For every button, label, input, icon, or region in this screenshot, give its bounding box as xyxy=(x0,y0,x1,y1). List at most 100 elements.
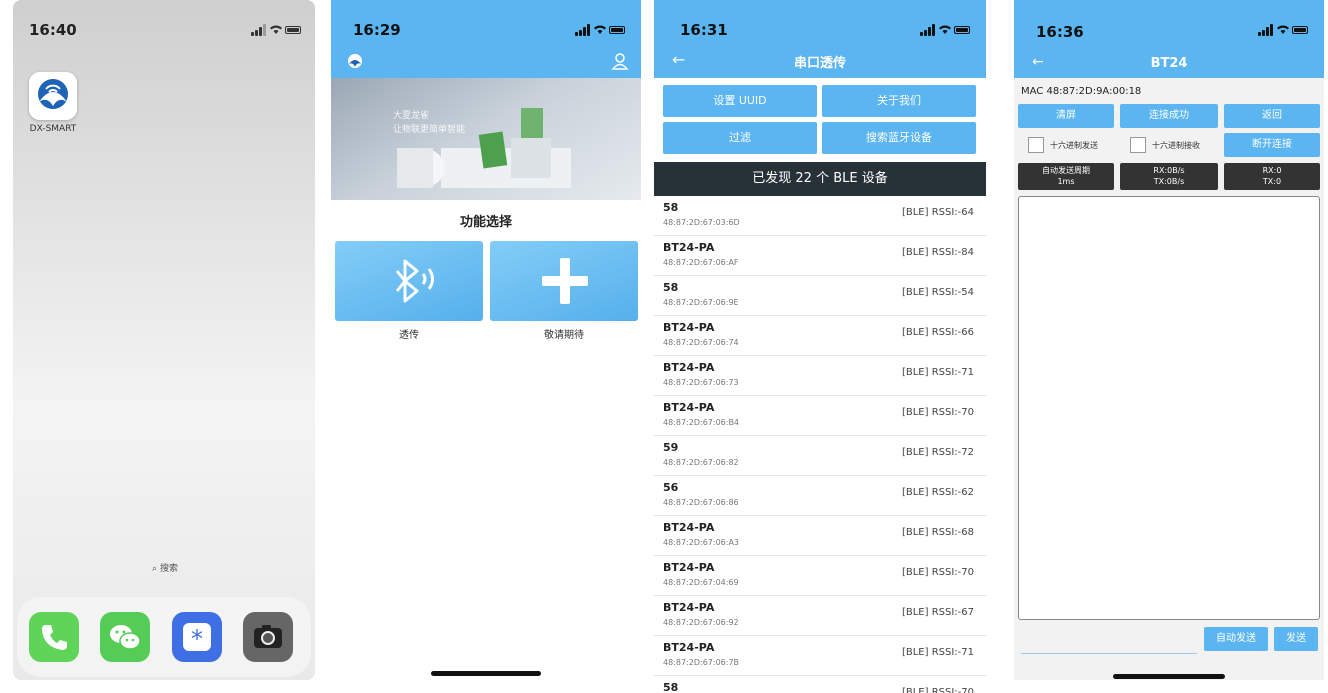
svg-text:*: * xyxy=(191,625,203,653)
device-name: BT24-PA xyxy=(663,601,715,614)
home-indicator[interactable] xyxy=(1113,674,1225,679)
search-devices-button[interactable]: 搜索蓝牙设备 xyxy=(822,122,976,154)
tx-count: TX:0 xyxy=(1262,177,1282,186)
device-rssi: [BLE] RSSI:-70 xyxy=(901,407,974,418)
device-rssi: [BLE] RSSI:-67 xyxy=(901,607,974,618)
signal-icon xyxy=(920,24,935,36)
product-illustration xyxy=(397,108,571,188)
device-row[interactable]: 58 48:87:2D:67:03:6D [BLE] RSSI:-64 xyxy=(654,196,986,236)
tile-label-transfer: 透传 xyxy=(399,330,419,341)
device-name: BT24-PA xyxy=(663,521,715,534)
spotlight-search[interactable]: ⌕ 搜索 xyxy=(140,561,190,577)
page-title: 串口透传 xyxy=(793,56,846,71)
status-icons xyxy=(575,24,627,36)
status-icons xyxy=(1258,24,1310,36)
status-time: 16:29 xyxy=(353,21,401,39)
device-mac: 48:87:2D:67:06:74 xyxy=(663,338,739,347)
period-value: 1ms xyxy=(1057,177,1075,186)
status-time: 16:36 xyxy=(1036,23,1084,41)
device-name: BT24-PA xyxy=(663,401,715,414)
wifi-icon xyxy=(938,24,952,36)
device-mac: 48:87:2D:67:06:9E xyxy=(663,298,739,307)
battery-icon xyxy=(609,26,625,34)
signal-icon xyxy=(575,24,590,36)
disconnect-button[interactable]: 断开连接 xyxy=(1224,133,1320,157)
device-row[interactable]: BT24-PA 48:87:2D:67:06:A3 [BLE] RSSI:-68 xyxy=(654,516,986,556)
device-name: BT24-PA xyxy=(663,361,715,374)
device-row[interactable]: BT24-PA 48:87:2D:67:06:7B [BLE] RSSI:-71 xyxy=(654,636,986,676)
device-mac: 48:87:2D:67:06:82 xyxy=(663,458,739,467)
hex-receive-checkbox[interactable] xyxy=(1130,137,1146,153)
device-row[interactable]: BT24-PA 48:87:2D:67:06:B4 [BLE] RSSI:-70 xyxy=(654,396,986,436)
status-time: 16:40 xyxy=(29,21,77,39)
clear-screen-button[interactable]: 清屏 xyxy=(1018,104,1114,128)
device-row[interactable]: BT24-PA 48:87:2D:67:04:69 [BLE] RSSI:-70 xyxy=(654,556,986,596)
device-row[interactable]: BT24-PA 48:87:2D:67:06:74 [BLE] RSSI:-66 xyxy=(654,316,986,356)
device-name: 59 xyxy=(663,441,679,454)
device-row[interactable]: 58 [BLE] RSSI:-70 xyxy=(654,676,986,693)
camera-icon[interactable] xyxy=(243,612,293,662)
device-row[interactable]: BT24-PA 48:87:2D:67:06:73 [BLE] RSSI:-71 xyxy=(654,356,986,396)
device-row[interactable]: 59 48:87:2D:67:06:82 [BLE] RSSI:-72 xyxy=(654,436,986,476)
dock: * xyxy=(17,597,311,677)
search-label: 搜索 xyxy=(159,564,178,574)
rate-stats: RX:0B/s TX:0B/s xyxy=(1120,163,1218,190)
signal-icon xyxy=(251,24,266,36)
bluetooth-icon xyxy=(395,259,434,303)
device-rssi: [BLE] RSSI:-71 xyxy=(901,367,974,378)
phone-icon[interactable] xyxy=(29,612,79,662)
battery-icon xyxy=(285,26,301,34)
battery-icon xyxy=(1292,26,1308,34)
connection-status-button[interactable]: 连接成功 xyxy=(1120,104,1218,128)
receive-textarea[interactable] xyxy=(1018,196,1320,620)
auto-send-period[interactable]: 自动发送周期 1ms xyxy=(1018,163,1114,190)
battery-icon xyxy=(954,26,970,34)
auto-send-button[interactable]: 自动发送 xyxy=(1204,627,1268,651)
tile-transparent-transfer[interactable] xyxy=(335,241,483,321)
serial-terminal-screen: 16:36 ← BT24 MAC 48:87:2D:9A:00:18 清屏 连接… xyxy=(1014,0,1324,680)
device-row[interactable]: BT24-PA 48:87:2D:67:06:92 [BLE] RSSI:-67 xyxy=(654,596,986,636)
hex-send-checkbox[interactable] xyxy=(1028,137,1044,153)
search-icon: ⌕ xyxy=(152,564,158,574)
status-bar: 16:29 xyxy=(331,0,641,58)
filter-button[interactable]: 过滤 xyxy=(663,122,817,154)
device-mac: 48:87:2D:67:03:6D xyxy=(663,218,740,227)
signal-icon xyxy=(1258,24,1273,36)
tile-coming-soon[interactable] xyxy=(490,241,638,321)
home-indicator[interactable] xyxy=(431,671,541,676)
byte-counters[interactable]: RX:0 TX:0 xyxy=(1224,163,1320,190)
section-title: 功能选择 xyxy=(459,215,512,230)
device-mac: 48:87:2D:67:06:86 xyxy=(663,498,739,507)
status-icons xyxy=(920,24,972,36)
device-rssi: [BLE] RSSI:-66 xyxy=(901,327,974,338)
device-row[interactable]: BT24-PA 48:87:2D:67:06:AF [BLE] RSSI:-84 xyxy=(654,236,986,276)
device-mac: 48:87:2D:67:06:B4 xyxy=(663,418,740,427)
device-row[interactable]: 56 48:87:2D:67:06:86 [BLE] RSSI:-62 xyxy=(654,476,986,516)
wechat-icon[interactable] xyxy=(100,612,150,662)
device-name: BT24-PA xyxy=(663,561,715,574)
found-count-bar: 已发现 22 个 BLE 设备 xyxy=(654,162,986,196)
set-uuid-button[interactable]: 设置 UUID xyxy=(663,85,817,117)
wifi-icon xyxy=(269,24,283,36)
device-list: 58 48:87:2D:67:03:6D [BLE] RSSI:-64 BT24-PA… xyxy=(654,196,986,693)
device-rssi: [BLE] RSSI:-71 xyxy=(901,647,974,658)
device-rssi: [BLE] RSSI:-72 xyxy=(901,447,974,458)
device-mac: 48:87:2D:67:04:69 xyxy=(663,578,739,587)
device-mac: 48:87:2D:67:06:73 xyxy=(663,378,739,387)
about-us-button[interactable]: 关于我们 xyxy=(822,85,976,117)
device-row[interactable]: 58 48:87:2D:67:06:9E [BLE] RSSI:-54 xyxy=(654,276,986,316)
device-name: BT24-PA xyxy=(663,321,715,334)
rx-count: RX:0 xyxy=(1262,166,1282,175)
dx-smart-app-icon[interactable] xyxy=(29,72,77,120)
user-icon[interactable] xyxy=(611,52,629,74)
mac-address: MAC 48:87:2D:9A:00:18 xyxy=(1021,86,1142,97)
send-input[interactable] xyxy=(1021,653,1197,654)
send-button[interactable]: 发送 xyxy=(1274,627,1318,651)
back-button[interactable]: 返回 xyxy=(1224,104,1320,128)
app-label: DX-SMART xyxy=(29,124,77,134)
wifi-icon xyxy=(1276,24,1290,36)
plus-icon xyxy=(542,258,588,304)
device-mac: 48:87:2D:67:06:7B xyxy=(663,658,740,667)
device-name: 58 xyxy=(663,281,679,294)
asterisk-app-icon[interactable]: * xyxy=(172,612,222,662)
